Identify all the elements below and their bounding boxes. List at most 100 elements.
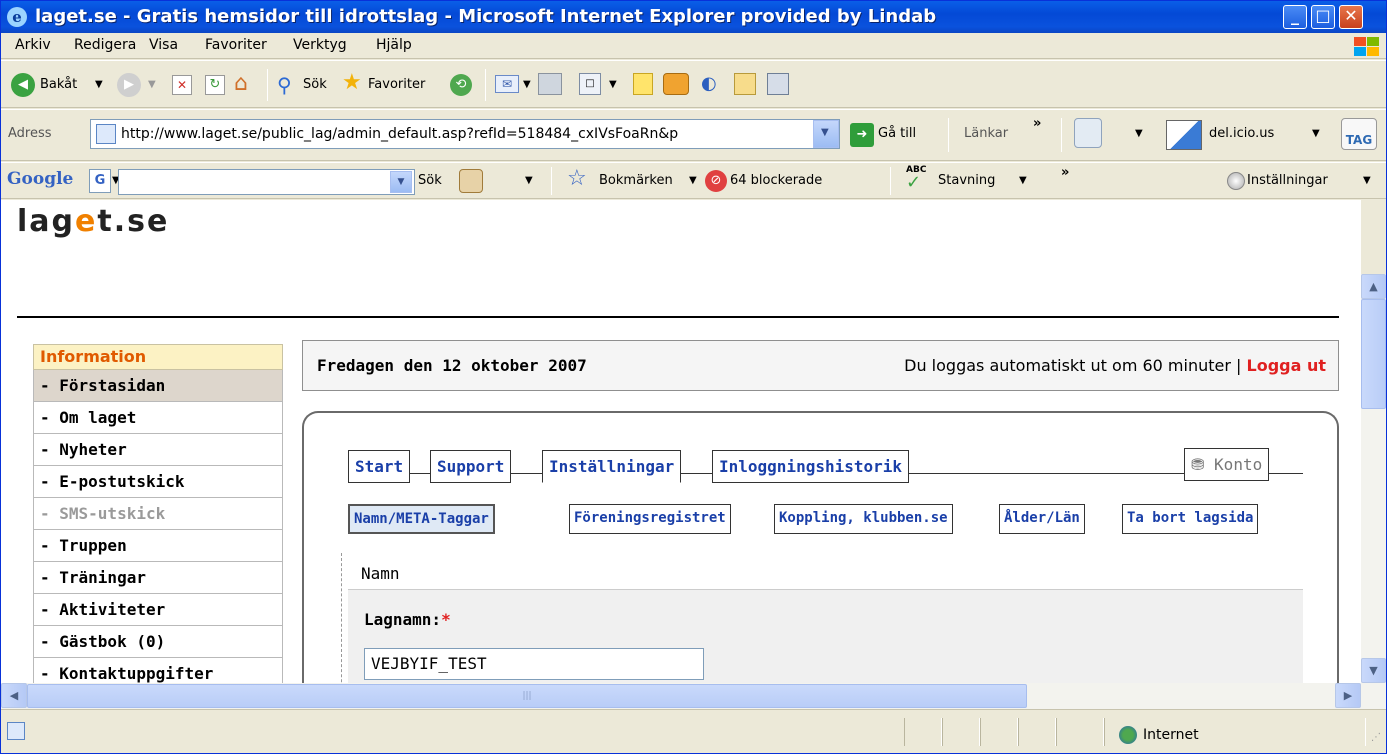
- menu-arkiv[interactable]: Arkiv: [15, 37, 51, 53]
- sidebar-item-sms-utskick[interactable]: - SMS-utskick: [33, 498, 283, 530]
- vertical-scrollbar[interactable]: ▲ ▼: [1361, 274, 1386, 683]
- konto-button[interactable]: ⛃ Konto: [1184, 448, 1270, 481]
- links-label[interactable]: Länkar: [964, 126, 1008, 141]
- sidebar-item-aktiviteter[interactable]: - Aktiviteter: [33, 594, 283, 626]
- google-search-dropdown-icon[interactable]: ▼: [390, 171, 412, 193]
- scroll-left-icon[interactable]: ◀: [1, 683, 27, 708]
- bookmarks-dropdown-icon[interactable]: ▼: [689, 175, 697, 186]
- sidebar-item-kontaktuppgifter[interactable]: - Kontaktuppgifter: [33, 658, 283, 683]
- messenger-icon[interactable]: [663, 73, 689, 95]
- forward-arrow-icon[interactable]: ▶: [117, 73, 141, 97]
- go-button[interactable]: Gå till: [878, 126, 916, 141]
- tab-support[interactable]: Support: [430, 450, 512, 483]
- forward-dropdown-icon[interactable]: ▼: [148, 79, 156, 90]
- history-icon[interactable]: ⟲: [450, 74, 472, 96]
- tab-installningar[interactable]: Inställningar: [542, 450, 682, 483]
- menu-visa[interactable]: Visa: [149, 37, 178, 53]
- sidebar-item-nyheter[interactable]: - Nyheter: [33, 434, 283, 466]
- settings-radio-icon[interactable]: [1227, 172, 1245, 190]
- sidebar-item-forstasidan[interactable]: - Förstasidan: [33, 370, 283, 402]
- folder-icon[interactable]: [734, 73, 756, 95]
- google-g-icon[interactable]: G: [89, 169, 111, 193]
- horizontal-scroll-thumb[interactable]: |||: [27, 684, 1027, 708]
- menu-hjalp[interactable]: Hjälp: [376, 37, 412, 53]
- sidebar-item-gastbok[interactable]: - Gästbok (0): [33, 626, 283, 658]
- google-search-input[interactable]: [118, 169, 415, 195]
- back-arrow-icon[interactable]: ◀: [11, 73, 35, 97]
- mail-icon[interactable]: ✉: [495, 75, 519, 93]
- status-bar: Internet ⋰: [1, 709, 1386, 753]
- back-button[interactable]: Bakåt: [40, 77, 77, 92]
- menu-favoriter[interactable]: Favoriter: [205, 37, 267, 53]
- menu-redigera[interactable]: Redigera: [74, 37, 136, 53]
- lagnamn-input[interactable]: VEJBYIF_TEST: [364, 648, 704, 680]
- resize-grip-icon[interactable]: ⋰: [1371, 732, 1381, 743]
- subtab-foreningsregistret[interactable]: Föreningsregistret: [569, 504, 731, 534]
- popup-blocked-count[interactable]: 64 blockerade: [730, 173, 822, 188]
- scroll-up-icon[interactable]: ▲: [1361, 274, 1386, 299]
- tag-button[interactable]: TAG: [1341, 118, 1377, 150]
- popup-blocker-icon[interactable]: ⊘: [705, 170, 727, 192]
- scroll-down-icon[interactable]: ▼: [1361, 658, 1386, 683]
- subtab-koppling[interactable]: Koppling, klubben.se: [774, 504, 953, 534]
- subtab-alder-lan[interactable]: Ålder/Län: [999, 504, 1085, 534]
- search-icon[interactable]: ⚲: [277, 73, 301, 97]
- tools-icon[interactable]: [767, 73, 789, 95]
- delicious-icon[interactable]: [1166, 120, 1202, 150]
- research-icon[interactable]: ◐: [701, 73, 723, 95]
- search-button[interactable]: Sök: [303, 77, 327, 92]
- mail-dropdown-icon[interactable]: ▼: [523, 79, 531, 90]
- bookmarks-button[interactable]: Bokmärken: [599, 173, 673, 188]
- logout-link[interactable]: Logga ut: [1247, 356, 1327, 375]
- settings-button[interactable]: Inställningar: [1247, 173, 1328, 188]
- subtab-namn-meta[interactable]: Namn/META-Taggar: [348, 504, 495, 534]
- address-dropdown-icon[interactable]: ▼: [813, 120, 839, 148]
- back-dropdown-icon[interactable]: ▼: [95, 79, 103, 90]
- vertical-scroll-thumb[interactable]: [1361, 299, 1386, 409]
- print-icon[interactable]: [538, 73, 562, 95]
- links-chevron-icon[interactable]: »: [1033, 116, 1041, 131]
- refresh-icon[interactable]: ↻: [205, 75, 225, 95]
- stop-icon[interactable]: ✕: [172, 75, 192, 95]
- edit-dropdown-icon[interactable]: ▼: [609, 79, 617, 90]
- site-logo[interactable]: laget.se: [17, 204, 169, 239]
- home-icon[interactable]: ⌂: [234, 73, 258, 95]
- sidebar-item-truppen[interactable]: - Truppen: [33, 530, 283, 562]
- spellcheck-dropdown-icon[interactable]: ▼: [1019, 175, 1027, 186]
- minimize-button[interactable]: _: [1283, 5, 1307, 29]
- tab-start[interactable]: Start: [348, 450, 411, 483]
- address-input[interactable]: http://www.laget.se/public_lag/admin_def…: [90, 119, 840, 149]
- delicious-button[interactable]: del.icio.us: [1209, 126, 1274, 141]
- maximize-button[interactable]: □: [1311, 5, 1335, 29]
- news-icon[interactable]: [459, 169, 483, 193]
- settings-dropdown-icon[interactable]: ▼: [1363, 175, 1371, 186]
- favorites-button[interactable]: Favoriter: [368, 77, 425, 92]
- favorites-star-icon[interactable]: ★: [342, 71, 366, 95]
- spellcheck-button[interactable]: Stavning: [938, 173, 995, 188]
- note-icon[interactable]: [633, 73, 653, 95]
- close-button[interactable]: ✕: [1339, 5, 1363, 29]
- dashed-divider: [341, 553, 342, 683]
- go-arrow-icon[interactable]: ➜: [850, 123, 874, 147]
- address-url: http://www.laget.se/public_lag/admin_def…: [121, 126, 679, 142]
- sidebar-item-e-postutskick[interactable]: - E-postutskick: [33, 466, 283, 498]
- menu-verktyg[interactable]: Verktyg: [293, 37, 347, 53]
- sidebar-item-om-laget[interactable]: - Om laget: [33, 402, 283, 434]
- google-search-button[interactable]: Sök: [418, 173, 442, 188]
- horizontal-scrollbar[interactable]: ◀ ||| ▶: [1, 683, 1386, 709]
- subtab-ta-bort-lagsida[interactable]: Ta bort lagsida: [1122, 504, 1259, 534]
- pdf-convert-icon[interactable]: [1074, 118, 1102, 148]
- google-logo: Google: [7, 169, 74, 189]
- spellcheck-icon[interactable]: ✓: [906, 173, 930, 193]
- current-date: Fredagen den 12 oktober 2007: [317, 356, 587, 375]
- bookmark-star-icon[interactable]: ☆: [567, 167, 591, 191]
- name-form: Lagnamn:* VEJBYIF_TEST: [348, 590, 1303, 683]
- edit-icon[interactable]: □: [579, 73, 601, 95]
- delicious-dropdown-icon[interactable]: ▼: [1312, 128, 1320, 139]
- pdf-dropdown-icon[interactable]: ▼: [1135, 128, 1143, 139]
- tab-inloggningshistorik[interactable]: Inloggningshistorik: [712, 450, 910, 483]
- sidebar-item-traningar[interactable]: - Träningar: [33, 562, 283, 594]
- google-chevron-icon[interactable]: »: [1061, 165, 1069, 180]
- scroll-right-icon[interactable]: ▶: [1335, 683, 1361, 708]
- news-dropdown-icon[interactable]: ▼: [525, 175, 533, 186]
